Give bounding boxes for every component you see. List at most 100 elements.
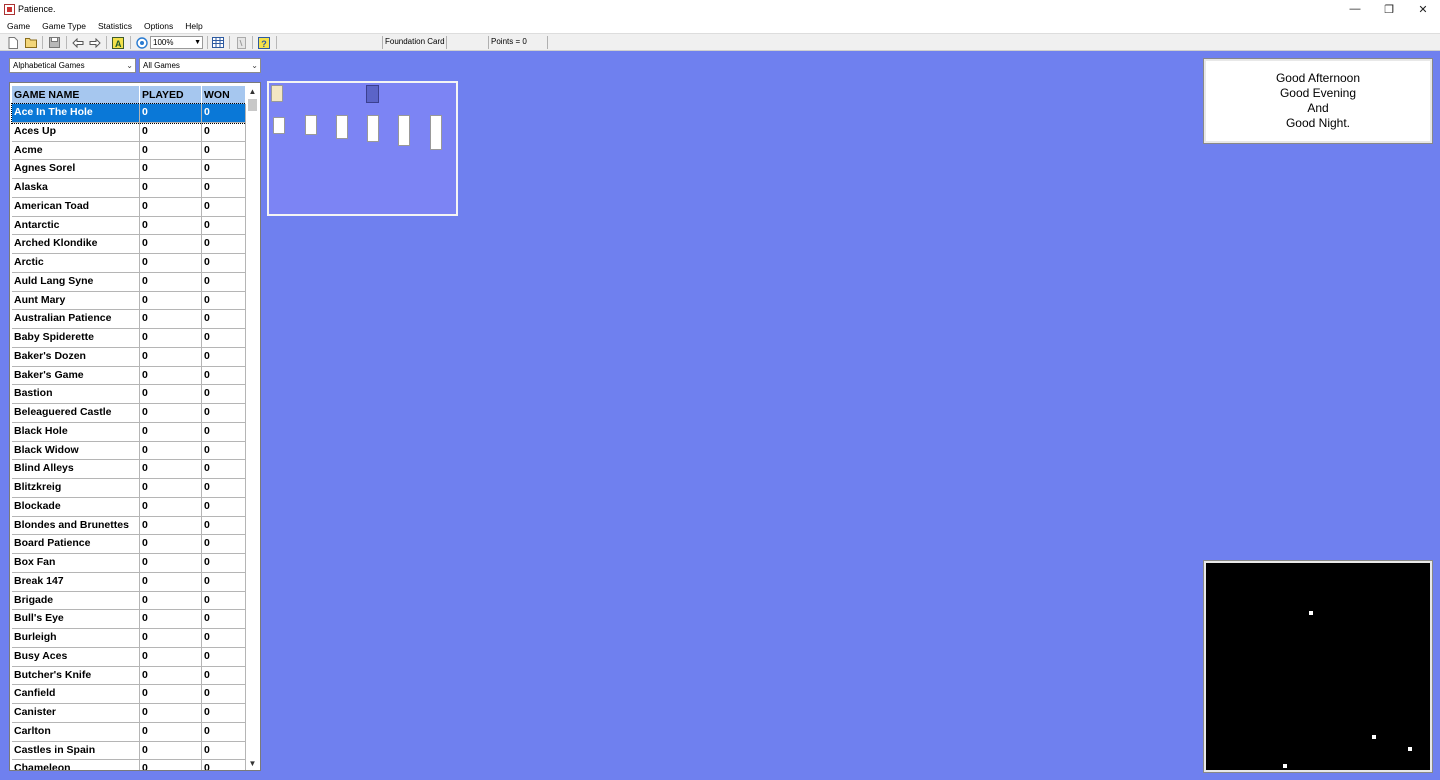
header-played[interactable]: PLAYED	[140, 86, 202, 104]
undo-arrow-icon[interactable]	[71, 36, 85, 49]
won-cell: 0	[202, 610, 246, 628]
game-list[interactable]: GAME NAME PLAYED WON Ace In The Hole 0 0 Ac…	[9, 82, 261, 771]
game-name-cell: Baker's Dozen	[12, 347, 140, 366]
played-cell: 0	[140, 422, 202, 441]
played-cell: 0	[140, 104, 202, 122]
table-row[interactable]: Castles in Spain 0 0	[12, 741, 246, 761]
scroll-up-icon[interactable]: ▲	[246, 85, 259, 98]
game-preview[interactable]	[267, 81, 458, 216]
played-cell: 0	[140, 329, 202, 347]
redo-arrow-icon[interactable]	[88, 36, 102, 49]
won-cell: 0	[202, 272, 246, 291]
table-row[interactable]: Chameleon 0 0	[12, 760, 246, 770]
table-row[interactable]: Ace In The Hole 0 0	[11, 103, 247, 124]
table-row[interactable]: Canister 0 0	[12, 704, 246, 723]
won-cell: 0	[202, 122, 246, 141]
open-folder-icon[interactable]	[24, 36, 38, 49]
won-cell: 0	[202, 460, 246, 478]
zoom-select[interactable]: 100% ▼	[150, 36, 203, 49]
table-row[interactable]: Blondes and Brunettes 0 0	[12, 516, 246, 536]
played-cell: 0	[140, 235, 202, 253]
stock-card	[271, 85, 283, 102]
table-row[interactable]: Agnes Sorel 0 0	[12, 160, 246, 179]
table-row[interactable]: Butcher's Knife 0 0	[12, 666, 246, 686]
menu-statistics[interactable]: Statistics	[92, 21, 138, 31]
won-cell: 0	[202, 216, 246, 235]
category-select[interactable]: All Games ⌄	[139, 58, 261, 73]
tableau-card	[273, 117, 285, 134]
menu-game[interactable]: Game	[1, 21, 36, 31]
table-row[interactable]: Australian Patience 0 0	[12, 310, 246, 329]
scroll-thumb[interactable]	[248, 99, 257, 111]
sort-select[interactable]: Alphabetical Games ⌄	[9, 58, 136, 73]
header-won[interactable]: WON	[202, 86, 246, 104]
help-icon[interactable]: ?	[257, 36, 271, 49]
table-row[interactable]: Black Hole 0 0	[12, 422, 246, 442]
game-name-cell: Chameleon	[12, 760, 140, 770]
table-row[interactable]: Arctic 0 0	[12, 254, 246, 273]
menu-help[interactable]: Help	[179, 21, 208, 31]
game-name-cell: Bastion	[12, 385, 140, 403]
won-cell: 0	[202, 385, 246, 403]
starfield-panel	[1203, 560, 1433, 773]
vertical-scrollbar[interactable]: ▲ ▼	[246, 84, 259, 770]
table-row[interactable]: Black Widow 0 0	[12, 441, 246, 461]
table-row[interactable]: Canfield 0 0	[12, 685, 246, 704]
greeting-line: Good Night.	[1285, 116, 1351, 130]
scroll-down-icon[interactable]: ▼	[246, 757, 259, 770]
chevron-down-icon: ⌄	[251, 61, 258, 70]
table-row[interactable]: Blitzkreig 0 0	[12, 479, 246, 498]
table-row[interactable]: Aces Up 0 0	[12, 122, 246, 142]
hint-card-icon[interactable]	[234, 36, 248, 49]
won-cell: 0	[202, 235, 246, 253]
table-row[interactable]: Baker's Dozen 0 0	[12, 347, 246, 367]
card-back	[366, 85, 379, 103]
window-controls: — ❐ ✕	[1338, 0, 1440, 18]
game-name-cell: Arctic	[12, 254, 140, 272]
table-row[interactable]: Baker's Game 0 0	[12, 366, 246, 386]
won-cell: 0	[202, 722, 246, 741]
table-row[interactable]: Blockade 0 0	[12, 497, 246, 517]
menu-game-type[interactable]: Game Type	[36, 21, 92, 31]
table-row[interactable]: Blind Alleys 0 0	[12, 460, 246, 479]
table-row[interactable]: Board Patience 0 0	[12, 535, 246, 554]
minimize-button[interactable]: —	[1338, 0, 1372, 18]
sort-select-value: Alphabetical Games	[13, 61, 85, 70]
table-row[interactable]: Carlton 0 0	[12, 722, 246, 742]
statistics-grid-icon[interactable]	[211, 36, 225, 49]
game-name-cell: Canister	[12, 704, 140, 722]
table-row[interactable]: Antarctic 0 0	[12, 216, 246, 236]
menu-options[interactable]: Options	[138, 21, 179, 31]
zoom-icon[interactable]	[135, 36, 149, 49]
auto-play-icon[interactable]: A	[111, 36, 125, 49]
close-button[interactable]: ✕	[1406, 0, 1440, 18]
won-cell: 0	[202, 329, 246, 347]
table-row[interactable]: Brigade 0 0	[12, 591, 246, 611]
table-row[interactable]: Alaska 0 0	[12, 179, 246, 198]
save-icon[interactable]	[47, 36, 61, 49]
table-row[interactable]: Box Fan 0 0	[12, 554, 246, 573]
won-cell: 0	[202, 179, 246, 197]
played-cell: 0	[140, 441, 202, 460]
table-row[interactable]: Aunt Mary 0 0	[12, 291, 246, 311]
table-row[interactable]: Break 147 0 0	[12, 572, 246, 592]
played-cell: 0	[140, 704, 202, 722]
header-game-name[interactable]: GAME NAME	[12, 86, 140, 104]
table-row[interactable]: Beleaguered Castle 0 0	[12, 404, 246, 423]
played-cell: 0	[140, 497, 202, 516]
new-file-icon[interactable]	[6, 36, 20, 49]
table-row[interactable]: American Toad 0 0	[12, 197, 246, 217]
game-name-cell: Busy Aces	[12, 647, 140, 666]
table-row[interactable]: Acme 0 0	[12, 141, 246, 161]
restore-button[interactable]: ❐	[1372, 0, 1406, 18]
table-row[interactable]: Busy Aces 0 0	[12, 647, 246, 667]
played-cell: 0	[140, 122, 202, 141]
tableau-card	[336, 115, 348, 139]
table-row[interactable]: Auld Lang Syne 0 0	[12, 272, 246, 292]
table-row[interactable]: Arched Klondike 0 0	[12, 235, 246, 254]
table-row[interactable]: Burleigh 0 0	[12, 629, 246, 648]
table-row[interactable]: Bastion 0 0	[12, 385, 246, 404]
greeting-line: Good Evening	[1279, 86, 1357, 100]
table-row[interactable]: Baby Spiderette 0 0	[12, 329, 246, 348]
table-row[interactable]: Bull's Eye 0 0	[12, 610, 246, 629]
